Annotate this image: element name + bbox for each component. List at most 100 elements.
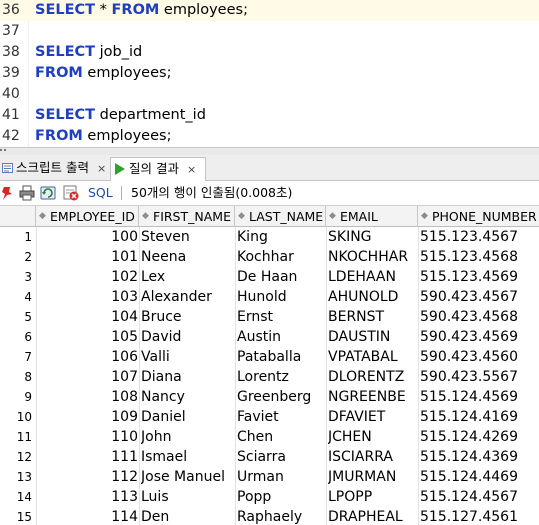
table-row[interactable]: 9 108 Nancy Greenberg NGREENBE 515.124.4569 (0, 387, 539, 407)
cell-employee-id[interactable]: 101 (36, 247, 138, 267)
cell-email[interactable]: NGREENBE (328, 387, 417, 407)
code-line[interactable]: 39 FROM employees; (0, 63, 539, 84)
cell-last-name[interactable]: Chen (237, 427, 325, 447)
cell-phone-number[interactable]: 515.123.4567 (420, 227, 538, 247)
table-row[interactable]: 7 106 Valli Pataballa VPATABAL 590.423.4560 (0, 347, 539, 367)
cell-email[interactable]: SKING (328, 227, 417, 247)
table-row[interactable]: 3 102 Lex De Haan LDEHAAN 515.123.4569 (0, 267, 539, 287)
cell-last-name[interactable]: Ernst (237, 307, 325, 327)
table-row[interactable]: 5 104 Bruce Ernst BERNST 590.423.4568 (0, 307, 539, 327)
code-line[interactable]: 40 (0, 84, 539, 105)
cell-phone-number[interactable]: 590.423.4567 (420, 287, 538, 307)
cell-first-name[interactable]: Ismael (141, 447, 234, 467)
tab-script-output-close-icon[interactable]: × (97, 162, 106, 175)
cell-last-name[interactable]: Sciarra (237, 447, 325, 467)
code-text[interactable]: SELECT * FROM employees; (35, 0, 248, 21)
cell-phone-number[interactable]: 515.124.4569 (420, 387, 538, 407)
column-header-last-name[interactable]: ◆ LAST_NAME (235, 206, 326, 227)
cell-last-name[interactable]: Greenberg (237, 387, 325, 407)
cell-first-name[interactable]: Nancy (141, 387, 234, 407)
cell-first-name[interactable]: Luis (141, 487, 234, 507)
cell-last-name[interactable]: Lorentz (237, 367, 325, 387)
cell-phone-number[interactable]: 515.124.4567 (420, 487, 538, 507)
cell-last-name[interactable]: Urman (237, 467, 325, 487)
print-icon[interactable] (19, 185, 35, 201)
cell-phone-number[interactable]: 515.124.4369 (420, 447, 538, 467)
tab-query-result-close-icon[interactable]: × (187, 163, 196, 176)
code-text[interactable]: FROM employees; (35, 63, 171, 84)
table-row[interactable]: 1 100 Steven King SKING 515.123.4567 (0, 227, 539, 247)
table-row[interactable]: 13 112 Jose Manuel Urman JMURMAN 515.124.4469 (0, 467, 539, 487)
cell-email[interactable]: DFAVIET (328, 407, 417, 427)
sql-editor[interactable]: 36 SELECT * FROM employees; 37 38 SELECT job… (0, 0, 539, 147)
table-row[interactable]: 8 107 Diana Lorentz DLORENTZ 590.423.5567 (0, 367, 539, 387)
code-text[interactable]: FROM employees; (35, 126, 171, 147)
cell-email[interactable]: VPATABAL (328, 347, 417, 367)
cell-last-name[interactable]: Raphaely (237, 507, 325, 525)
cell-employee-id[interactable]: 103 (36, 287, 138, 307)
cell-email[interactable]: DRAPHEAL (328, 507, 417, 525)
code-text[interactable]: SELECT department_id (35, 105, 206, 126)
cell-first-name[interactable]: Alexander (141, 287, 234, 307)
column-header-phone-number[interactable]: ◆ PHONE_NUMBER (418, 206, 539, 227)
cell-employee-id[interactable]: 104 (36, 307, 138, 327)
column-header-first-name[interactable]: ◆ FIRST_NAME (139, 206, 235, 227)
table-row[interactable]: 11 110 John Chen JCHEN 515.124.4269 (0, 427, 539, 447)
cell-first-name[interactable]: Den (141, 507, 234, 525)
tab-query-result[interactable]: 질의 결과 × (110, 157, 206, 182)
pin-icon[interactable] (0, 185, 16, 201)
cell-first-name[interactable]: Steven (141, 227, 234, 247)
cell-email[interactable]: ISCIARRA (328, 447, 417, 467)
cell-last-name[interactable]: Popp (237, 487, 325, 507)
column-header-employee-id[interactable]: ◆ EMPLOYEE_ID (36, 206, 139, 227)
table-row[interactable]: 10 109 Daniel Faviet DFAVIET 515.124.4169 (0, 407, 539, 427)
cell-employee-id[interactable]: 108 (36, 387, 138, 407)
cell-email[interactable]: LPOPP (328, 487, 417, 507)
cell-first-name[interactable]: Diana (141, 367, 234, 387)
cell-phone-number[interactable]: 515.127.4561 (420, 507, 538, 525)
editor-splitter[interactable] (0, 147, 539, 155)
cell-first-name[interactable]: Neena (141, 247, 234, 267)
table-row[interactable]: 2 101 Neena Kochhar NKOCHHAR 515.123.4568 (0, 247, 539, 267)
cell-email[interactable]: NKOCHHAR (328, 247, 417, 267)
tab-script-output[interactable]: 스크립트 출력 × (2, 157, 108, 181)
cell-last-name[interactable]: Austin (237, 327, 325, 347)
table-row[interactable]: 6 105 David Austin DAUSTIN 590.423.4569 (0, 327, 539, 347)
column-header-email[interactable]: ◆ EMAIL (326, 206, 418, 227)
sql-button[interactable]: SQL (88, 185, 113, 201)
cell-first-name[interactable]: Lex (141, 267, 234, 287)
cell-first-name[interactable]: Bruce (141, 307, 234, 327)
table-row[interactable]: 4 103 Alexander Hunold AHUNOLD 590.423.4567 (0, 287, 539, 307)
cell-email[interactable]: DLORENTZ (328, 367, 417, 387)
cell-phone-number[interactable]: 590.423.4569 (420, 327, 538, 347)
cell-email[interactable]: BERNST (328, 307, 417, 327)
cell-email[interactable]: JMURMAN (328, 467, 417, 487)
cell-last-name[interactable]: Faviet (237, 407, 325, 427)
table-row[interactable]: 12 111 Ismael Sciarra ISCIARRA 515.124.4369 (0, 447, 539, 467)
cell-phone-number[interactable]: 590.423.4568 (420, 307, 538, 327)
cell-last-name[interactable]: Pataballa (237, 347, 325, 367)
cell-last-name[interactable]: De Haan (237, 267, 325, 287)
cell-employee-id[interactable]: 107 (36, 367, 138, 387)
cell-employee-id[interactable]: 114 (36, 507, 138, 525)
cell-email[interactable]: DAUSTIN (328, 327, 417, 347)
cell-phone-number[interactable]: 590.423.4560 (420, 347, 538, 367)
table-row[interactable]: 14 113 Luis Popp LPOPP 515.124.4567 (0, 487, 539, 507)
cell-first-name[interactable]: David (141, 327, 234, 347)
cell-employee-id[interactable]: 109 (36, 407, 138, 427)
cell-first-name[interactable]: Jose Manuel (141, 467, 234, 487)
cell-employee-id[interactable]: 112 (36, 467, 138, 487)
query-result-grid[interactable]: ◆ EMPLOYEE_ID ◆ FIRST_NAME ◆ LAST_NAME ◆ EMA… (0, 205, 539, 525)
code-line[interactable]: 38 SELECT job_id (0, 42, 539, 63)
cell-employee-id[interactable]: 100 (36, 227, 138, 247)
cell-employee-id[interactable]: 105 (36, 327, 138, 347)
cell-phone-number[interactable]: 590.423.5567 (420, 367, 538, 387)
cell-phone-number[interactable]: 515.124.4169 (420, 407, 538, 427)
code-line[interactable]: 37 (0, 21, 539, 42)
cell-first-name[interactable]: Valli (141, 347, 234, 367)
code-line[interactable]: 36 SELECT * FROM employees; (0, 0, 539, 21)
cell-phone-number[interactable]: 515.123.4569 (420, 267, 538, 287)
code-line[interactable]: 42 FROM employees; (0, 126, 539, 147)
cell-phone-number[interactable]: 515.124.4269 (420, 427, 538, 447)
table-row[interactable]: 15 114 Den Raphaely DRAPHEAL 515.127.4561 (0, 507, 539, 525)
